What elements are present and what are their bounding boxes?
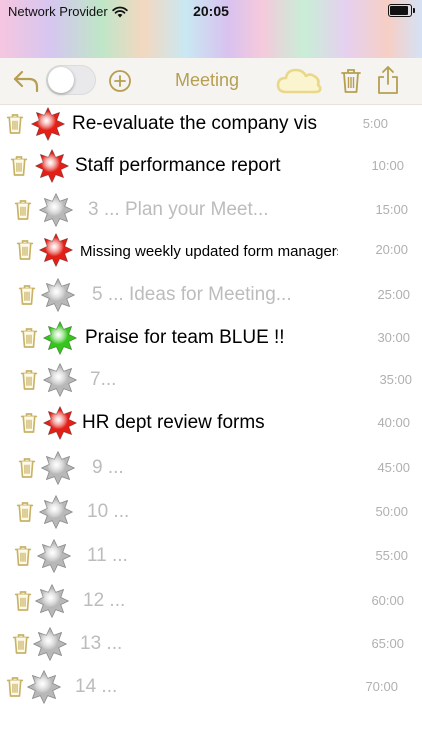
agenda-row[interactable]: 14 ... 70:00 — [0, 667, 422, 707]
agenda-item-time: 30:00 — [377, 330, 410, 345]
gray-star-icon[interactable] — [38, 494, 74, 530]
agenda-list: Re-evaluate the company vision 5:00 Staff … — [0, 104, 422, 750]
agenda-item-text[interactable]: 7... — [90, 369, 116, 391]
battery-icon — [388, 4, 415, 17]
agenda-row[interactable]: Missing weekly updated form managers 20:0… — [0, 230, 422, 270]
agenda-row[interactable]: HR dept review forms 40:00 — [0, 403, 422, 443]
red-star-icon[interactable] — [34, 148, 70, 184]
agenda-item-text[interactable]: 5 ... Ideas for Meeting... — [92, 284, 292, 306]
agenda-item-time: 45:00 — [377, 460, 410, 475]
agenda-row[interactable]: Staff performance report 10:00 — [0, 146, 422, 186]
delete-trash-icon[interactable] — [18, 283, 36, 307]
agenda-item-time: 15:00 — [375, 202, 408, 217]
red-star-icon[interactable] — [38, 232, 74, 268]
agenda-item-time: 40:00 — [377, 415, 410, 430]
delete-trash-icon[interactable] — [14, 589, 32, 613]
agenda-row[interactable]: 9 ... 45:00 — [0, 448, 422, 488]
delete-trash-icon[interactable] — [16, 238, 34, 262]
agenda-item-time: 70:00 — [365, 679, 398, 694]
agenda-item-text[interactable]: 12 ... — [83, 590, 125, 612]
agenda-row[interactable]: Praise for team BLUE !! 30:00 — [0, 318, 422, 358]
status-area: Network Provider 20:05 — [0, 0, 422, 58]
agenda-item-text[interactable]: Re-evaluate the company vision — [72, 113, 318, 135]
agenda-item-time: 60:00 — [371, 593, 404, 608]
page-title: Meeting — [174, 70, 240, 90]
agenda-item-text[interactable]: 11 ... — [87, 545, 128, 567]
agenda-item-text[interactable]: HR dept review forms — [82, 412, 265, 434]
delete-trash-icon[interactable] — [16, 500, 34, 524]
delete-trash-icon[interactable] — [20, 368, 38, 392]
gray-star-icon[interactable] — [36, 538, 72, 574]
agenda-item-time: 10:00 — [371, 158, 404, 173]
agenda-item-time: 20:00 — [375, 242, 408, 257]
agenda-item-text[interactable]: 14 ... — [75, 676, 117, 698]
delete-trash-icon[interactable] — [12, 632, 30, 656]
gray-star-icon[interactable] — [34, 583, 70, 619]
agenda-row[interactable]: 12 ... 60:00 — [0, 581, 422, 621]
back-arrow-icon[interactable] — [12, 68, 40, 94]
agenda-item-text[interactable]: Staff performance report — [75, 155, 281, 177]
gray-star-icon[interactable] — [42, 362, 78, 398]
trash-icon[interactable] — [340, 67, 362, 95]
agenda-item-time: 5:00 — [362, 116, 388, 131]
agenda-row[interactable]: Re-evaluate the company vision 5:00 — [0, 104, 422, 144]
delete-trash-icon[interactable] — [6, 675, 24, 699]
agenda-item-text[interactable]: 9 ... — [92, 457, 124, 479]
add-circle-icon[interactable] — [108, 69, 132, 93]
gray-star-icon[interactable] — [26, 669, 62, 705]
agenda-item-time: 35:00 — [379, 372, 412, 387]
gray-star-icon[interactable] — [32, 626, 68, 662]
agenda-item-time: 25:00 — [377, 287, 410, 302]
share-icon[interactable] — [376, 65, 400, 95]
agenda-row[interactable]: 7... 35:00 — [0, 360, 422, 400]
agenda-item-text[interactable]: 13 ... — [80, 633, 122, 655]
red-star-icon[interactable] — [30, 106, 66, 142]
agenda-item-time: 55:00 — [375, 548, 408, 563]
delete-trash-icon[interactable] — [18, 456, 36, 480]
agenda-item-text[interactable]: 3 ... Plan your Meet... — [88, 199, 269, 221]
green-star-icon[interactable] — [42, 320, 78, 356]
delete-trash-icon[interactable] — [20, 326, 38, 350]
delete-trash-icon[interactable] — [20, 411, 38, 435]
agenda-row[interactable]: 3 ... Plan your Meet... 15:00 — [0, 190, 422, 230]
gray-star-icon[interactable] — [40, 277, 76, 313]
agenda-item-text[interactable]: Missing weekly updated form managers — [80, 243, 338, 260]
agenda-item-text[interactable]: Praise for team BLUE !! — [85, 327, 285, 349]
agenda-row[interactable]: 11 ... 55:00 — [0, 536, 422, 576]
red-star-icon[interactable] — [42, 405, 78, 441]
delete-trash-icon[interactable] — [14, 544, 32, 568]
delete-trash-icon[interactable] — [14, 198, 32, 222]
toggle-switch[interactable] — [46, 65, 96, 95]
agenda-row[interactable]: 13 ... 65:00 — [0, 624, 422, 664]
agenda-row[interactable]: 10 ... 50:00 — [0, 492, 422, 532]
gray-star-icon[interactable] — [40, 450, 76, 486]
agenda-item-time: 50:00 — [375, 504, 408, 519]
agenda-row[interactable]: 5 ... Ideas for Meeting... 25:00 — [0, 275, 422, 315]
agenda-item-text[interactable]: 10 ... — [87, 501, 129, 523]
gray-star-icon[interactable] — [38, 192, 74, 228]
status-time: 20:05 — [193, 3, 229, 19]
agenda-item-time: 65:00 — [371, 636, 404, 651]
toggle-knob[interactable] — [48, 67, 74, 93]
toolbar: Meeting — [0, 58, 422, 105]
delete-trash-icon[interactable] — [10, 154, 28, 178]
status-bar: Network Provider 20:05 — [0, 0, 422, 22]
delete-trash-icon[interactable] — [6, 112, 24, 136]
cloud-icon[interactable] — [274, 64, 324, 98]
